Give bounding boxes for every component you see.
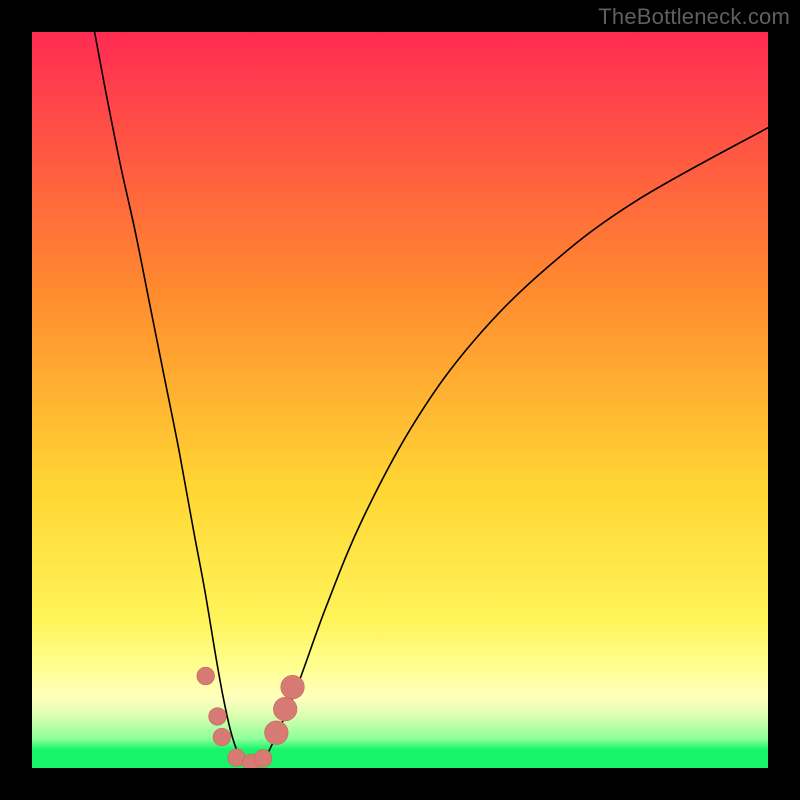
sample-point [265, 721, 289, 745]
curve-layer [32, 32, 768, 768]
chart-frame: TheBottleneck.com [0, 0, 800, 800]
sample-point [209, 708, 227, 726]
plot-area [32, 32, 768, 768]
sample-point [281, 675, 305, 699]
sample-markers [197, 667, 304, 768]
watermark-text: TheBottleneck.com [598, 4, 790, 30]
sample-point [254, 750, 272, 768]
sample-point [273, 697, 297, 721]
sample-point [197, 667, 215, 685]
sample-point [213, 728, 231, 746]
bottleneck-curve [95, 32, 768, 767]
